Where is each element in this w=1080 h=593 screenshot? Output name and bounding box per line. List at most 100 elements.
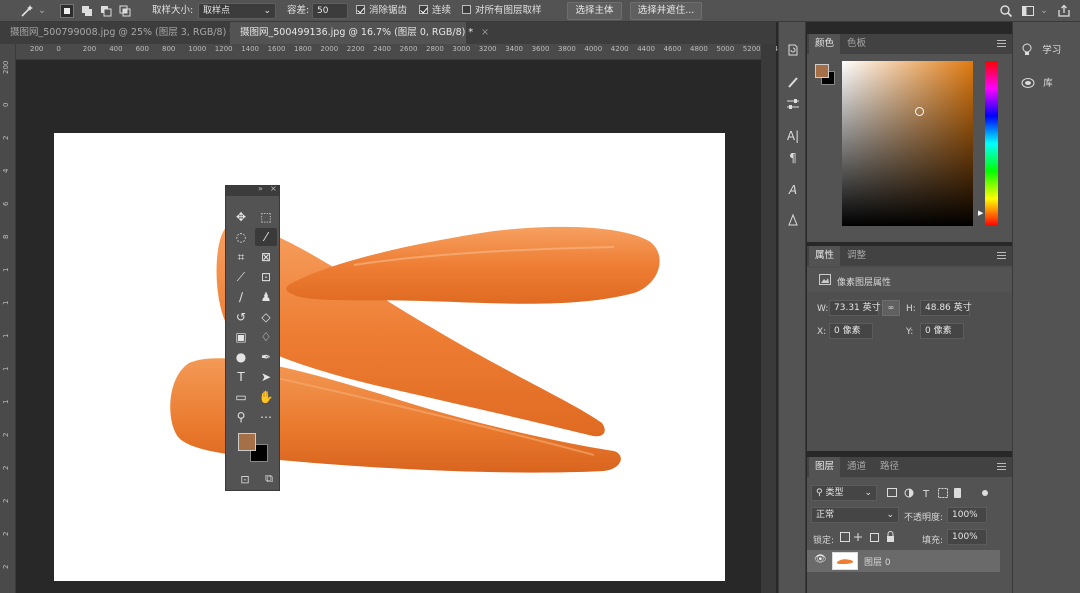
eye-icon[interactable]: 👁 (814, 554, 827, 565)
collapse-icon[interactable]: » (258, 184, 263, 193)
gradient-icon[interactable]: ▣ (230, 328, 252, 346)
tab-adjustments[interactable]: 调整 (841, 246, 872, 266)
search-icon[interactable] (999, 4, 1013, 18)
quick-mask-icon[interactable]: ⊡ (234, 470, 256, 488)
rectangle-icon[interactable]: ▭ (230, 388, 252, 406)
lasso-icon[interactable]: ◌ (230, 228, 252, 246)
add-selection-icon[interactable] (80, 4, 94, 18)
layer-name[interactable]: 图层 0 (864, 555, 891, 568)
ruler-tick-label: 400 (109, 45, 123, 53)
spot-healing-icon[interactable]: ⊡ (255, 268, 277, 286)
contiguous-label: 连续 (432, 5, 452, 16)
ruler-tick-label: 2 (2, 498, 10, 503)
tab-color[interactable]: 颜色 (809, 34, 841, 54)
close-icon[interactable]: × (481, 27, 489, 38)
select-and-mask-button[interactable]: 选择并遮住... (630, 2, 702, 20)
tools-panel-header[interactable]: » × (226, 184, 279, 196)
vertical-scrollbar[interactable] (761, 44, 776, 593)
eraser-icon[interactable]: ◇ (255, 308, 277, 326)
dodge-icon[interactable]: ● (230, 348, 252, 366)
fill-label: 填充: (922, 536, 944, 546)
tab-channels[interactable]: 通道 (841, 457, 872, 477)
ruler-tick-label: 3000 (452, 45, 471, 53)
blend-mode-select[interactable]: 正常 ⌄ (811, 507, 899, 523)
history-icon[interactable] (783, 40, 803, 60)
frame-icon[interactable]: ⊠ (255, 248, 277, 266)
tab-swatches[interactable]: 色板 (841, 34, 872, 54)
tab-document-1[interactable]: 摄图网_500799008.jpg @ 25% (图层 3, RGB/8) *× (0, 22, 250, 44)
hand-icon[interactable]: ✋ (255, 388, 277, 406)
intersect-selection-icon[interactable] (118, 4, 132, 18)
more-tools-icon[interactable]: ⋯ (255, 408, 277, 426)
fill-input[interactable]: 100% (947, 529, 987, 545)
learn-panel-button[interactable]: 学习 (1021, 42, 1061, 57)
eyedropper-icon[interactable]: ⟋ (230, 268, 252, 286)
pen-icon[interactable]: ✒ (255, 348, 277, 366)
path-select-icon[interactable]: ➤ (255, 368, 277, 386)
lock-icons[interactable] (840, 531, 930, 543)
share-icon[interactable] (1057, 4, 1071, 18)
ruler-tick-label: 1200 (214, 45, 233, 53)
sample-all-layers-checkbox[interactable]: 对所有图层取样 (462, 3, 542, 19)
marquee-icon[interactable]: ⬚ (255, 208, 277, 226)
y-label: Y: (906, 327, 914, 337)
history-brush-icon[interactable]: ↺ (230, 308, 252, 326)
hue-slider[interactable] (985, 61, 998, 226)
height-input[interactable]: 48.86 英寸 (920, 300, 972, 316)
layer-filter-select[interactable]: ⚲ 类型 ⌄ (811, 485, 877, 501)
subtract-selection-icon[interactable] (99, 4, 113, 18)
glyphs-icon[interactable]: A (783, 180, 803, 200)
magic-wand-icon[interactable]: ⁄ (255, 228, 277, 246)
tab-paths[interactable]: 路径 (874, 457, 905, 477)
3d-icon[interactable] (783, 210, 803, 230)
stamp-icon[interactable]: ♟ (255, 288, 277, 306)
x-input[interactable]: 0 像素 (829, 323, 873, 339)
contiguous-checkbox[interactable]: 连续 (419, 3, 451, 19)
close-icon[interactable]: × (270, 184, 277, 193)
foreground-color-swatch[interactable] (238, 433, 256, 451)
type-icon[interactable]: T (230, 368, 252, 386)
screen-mode-icon[interactable]: ⧉ (258, 470, 280, 488)
layer-row[interactable]: 👁 图层 0 (807, 550, 1000, 572)
panel-menu-icon[interactable] (997, 252, 1006, 259)
crop-icon[interactable]: ⌗ (230, 248, 252, 266)
panel-menu-icon[interactable] (997, 463, 1006, 470)
tab-document-2[interactable]: 摄图网_500499136.jpg @ 16.7% (图层 0, RGB/8) … (230, 22, 489, 44)
tolerance-label: 容差: (287, 5, 310, 16)
move-icon[interactable]: ✥ (230, 208, 252, 226)
tab-properties[interactable]: 属性 (809, 246, 841, 266)
brush-settings-icon[interactable] (783, 72, 803, 92)
tolerance-input[interactable]: 50 (312, 3, 348, 19)
y-input[interactable]: 0 像素 (920, 323, 964, 339)
character-icon[interactable]: A| (783, 126, 803, 146)
zoom-icon[interactable]: ⚲ (230, 408, 252, 426)
color-picker-cursor[interactable] (915, 107, 924, 116)
chevron-down-icon[interactable]: ⌄ (38, 3, 46, 19)
sample-size-select[interactable]: 取样点 ⌄ (198, 3, 276, 19)
svg-text:T: T (922, 489, 930, 499)
foreground-color-swatch[interactable] (815, 64, 829, 78)
workspace-icon[interactable] (1021, 4, 1035, 18)
brush-icon[interactable]: ∕ (230, 288, 252, 306)
layer-filter-icons[interactable]: T (887, 487, 992, 499)
paragraph-icon[interactable]: ¶ (783, 148, 803, 168)
select-subject-button[interactable]: 选择主体 (567, 2, 622, 20)
document-canvas[interactable] (54, 133, 725, 581)
antialias-checkbox[interactable]: 消除锯齿 (356, 3, 407, 19)
opacity-input[interactable]: 100% (947, 507, 987, 523)
width-input[interactable]: 73.31 英寸 (829, 300, 881, 316)
color-field[interactable] (842, 61, 973, 226)
tab-label: 摄图网_500799008.jpg @ 25% (图层 3, RGB/8) * (10, 27, 235, 38)
new-selection-icon[interactable] (60, 4, 74, 18)
magic-wand-icon[interactable] (20, 4, 34, 18)
ruler-tick-label: 5200 (742, 45, 761, 53)
library-panel-button[interactable]: 库 (1021, 75, 1053, 89)
link-icon[interactable]: ∞ (882, 300, 900, 316)
chevron-down-icon[interactable]: ⌄ (1040, 3, 1048, 19)
tab-layers[interactable]: 图层 (809, 457, 841, 477)
adjust-sliders-icon[interactable] (783, 94, 803, 114)
panel-menu-icon[interactable] (997, 40, 1006, 47)
document-tabs: 摄图网_500799008.jpg @ 25% (图层 3, RGB/8) *×… (0, 22, 776, 44)
blur-icon[interactable]: ♢ (255, 328, 277, 346)
ruler-tick-label: 2400 (373, 45, 392, 53)
